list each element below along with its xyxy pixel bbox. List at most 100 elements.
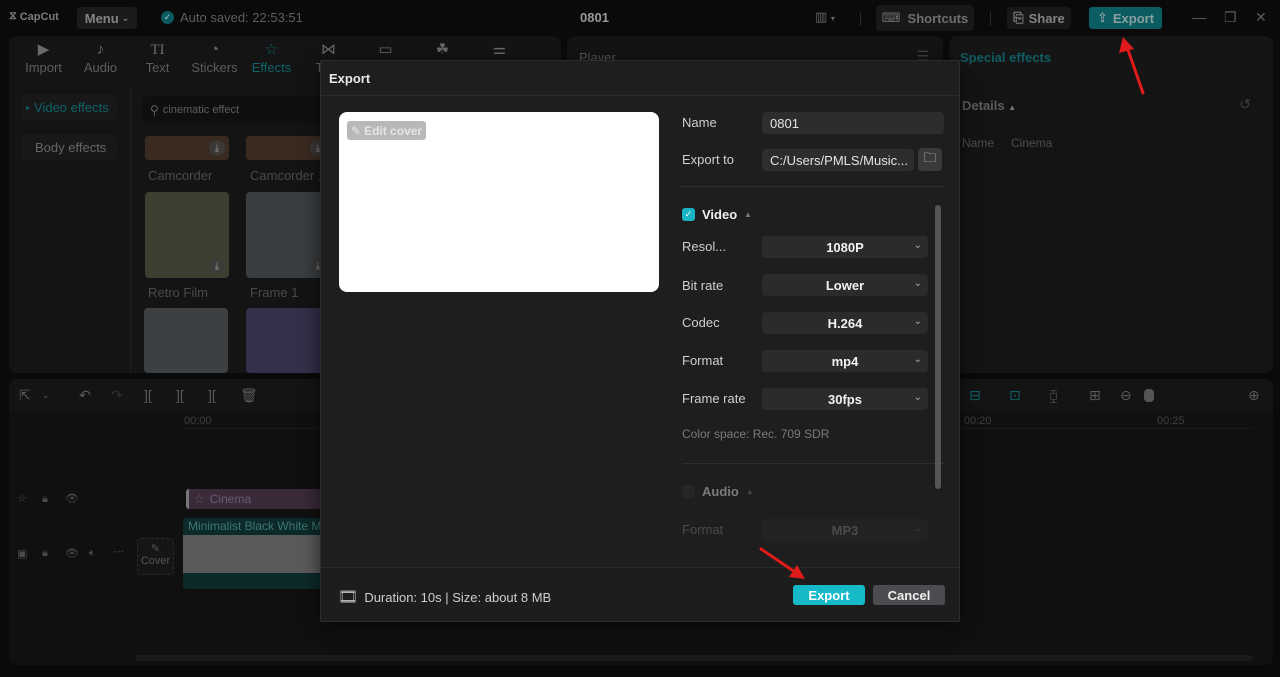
restore-icon[interactable]: ❐ (1224, 9, 1237, 26)
bitrate-label: Bit rate (682, 278, 724, 293)
dialog-scrollbar[interactable] (935, 205, 941, 489)
link-icon[interactable]: ⊡ (1009, 387, 1021, 404)
layout-icon[interactable]: ▥ ▾ (815, 9, 835, 25)
chevron-down-icon[interactable]: ⌄ (42, 390, 50, 401)
delete-icon[interactable]: 🗑 (240, 387, 258, 404)
export-path-field[interactable]: C:/Users/PMLS/Music... (762, 149, 914, 171)
category-label: Body effects (35, 139, 107, 155)
more-icon[interactable]: ⋯ (113, 545, 124, 558)
autosave-text: Auto saved: 22:53:51 (180, 10, 303, 25)
export-button[interactable]: Export (793, 585, 865, 605)
tab-text[interactable]: TI Text (129, 36, 186, 78)
effect-thumb-retro-film[interactable]: ⤓ (145, 192, 229, 278)
tab-import[interactable]: ▶ Import (15, 36, 72, 78)
tab-effects[interactable]: ☆ Effects (243, 36, 300, 78)
timeline-scrollbar[interactable] (135, 655, 1253, 661)
bitrate-select[interactable]: Lower ⌄ (762, 274, 928, 296)
category-label: Video effects (34, 99, 109, 115)
split-right-icon[interactable]: ][ (208, 387, 216, 403)
ruler-label: 00:20 (964, 415, 992, 427)
details-section-toggle[interactable]: Details ▲ (962, 98, 1016, 113)
edit-icon: ✎ (351, 123, 362, 138)
resolution-label: Resol... (682, 239, 727, 254)
check-circle-icon: ✓ (161, 11, 174, 24)
capcut-logo: ⧖ CapCut (9, 10, 59, 23)
reset-icon[interactable]: ↺ (1239, 96, 1251, 113)
text-icon: TI (150, 42, 165, 58)
resolution-value: 1080P (826, 239, 864, 255)
codec-select[interactable]: H.264 ⌄ (762, 312, 928, 334)
audio-section-toggle[interactable]: Audio ▲ (682, 484, 754, 499)
lock-icon[interactable]: 🔒︎ (42, 547, 48, 560)
video-section-toggle[interactable]: ✓ Video ▲ (682, 207, 752, 222)
effect-thumb[interactable] (144, 308, 228, 373)
name-input[interactable] (762, 112, 944, 134)
share-label: Share (1028, 10, 1065, 26)
video-section-label: Video (702, 207, 738, 222)
detail-name-label: Name (962, 136, 995, 150)
effect-label: Frame 1 (250, 285, 299, 300)
adjustment-icon: ⚌ (492, 41, 507, 58)
video-track-icon: ▣ (17, 548, 28, 560)
caret-right-icon: ▸ (26, 102, 31, 112)
edit-cover-button[interactable]: ✎ Edit cover (347, 121, 427, 140)
resolution-select[interactable]: 1080P ⌄ (762, 236, 928, 258)
title-bar: ⧖ CapCut Menu ⌄ ✓ Auto saved: 22:53:51 0… (0, 0, 1280, 36)
effect-thumb-frame-1[interactable]: ⤓ (246, 192, 330, 278)
bitrate-value: Lower (825, 277, 865, 293)
eye-icon[interactable]: 👁︎ (65, 547, 79, 560)
effect-thumb-camcorder-1[interactable]: ⤓ (246, 136, 330, 160)
zoom-out-icon[interactable]: ⊖ (1120, 387, 1132, 404)
minimize-icon[interactable]: — (1192, 9, 1206, 25)
select-tool-icon[interactable]: ⇱ (19, 387, 31, 404)
menu-button[interactable]: Menu ⌄ (77, 7, 137, 29)
preview-zoom-icon[interactable]: ⊞ (1089, 387, 1101, 404)
close-icon[interactable]: ✕ (1255, 9, 1267, 26)
zoom-slider-handle[interactable] (1144, 389, 1154, 402)
zoom-in-icon[interactable]: ⊕ (1248, 387, 1260, 404)
framerate-select[interactable]: 30fps ⌄ (762, 388, 928, 410)
download-icon[interactable]: ⤓ (209, 258, 225, 274)
tab-stickers[interactable]: ◔ Stickers (186, 36, 243, 78)
tab-label: Effects (251, 60, 292, 75)
speaker-icon[interactable]: 🔈︎ (89, 547, 96, 560)
tab-audio[interactable]: ♪ Audio (72, 36, 129, 78)
shortcuts-button[interactable]: ⌨ Shortcuts (876, 5, 974, 31)
effects-track-icon: ☆ (17, 493, 27, 505)
effect-thumb-camcorder[interactable]: ⤓ (145, 136, 229, 160)
download-icon[interactable]: ⤓ (209, 140, 225, 156)
auto-snap-icon[interactable]: ⊟ (969, 387, 981, 404)
tab-label: Import (25, 60, 62, 75)
video-checkbox[interactable]: ✓ (682, 208, 695, 221)
effect-thumb[interactable] (246, 308, 330, 373)
tab-label: Audio (83, 60, 118, 75)
film-icon: 🎞︎ (338, 589, 359, 606)
eye-icon[interactable]: 👁︎ (65, 492, 79, 505)
effects-search-input[interactable]: ⚲ cinematic effect (142, 96, 342, 123)
cancel-button[interactable]: Cancel (873, 585, 945, 605)
export-top-button[interactable]: ⇪ Export (1089, 7, 1162, 29)
framerate-label: Frame rate (682, 391, 746, 406)
category-video-effects[interactable]: ▸ Video effects (21, 94, 117, 120)
dialog-header: Export (321, 61, 959, 96)
split-left-icon[interactable]: ][ (176, 387, 184, 403)
codec-label: Codec (682, 315, 720, 330)
redo-icon[interactable]: ↷ (111, 387, 123, 404)
format-select[interactable]: mp4 ⌄ (762, 350, 928, 372)
audio-format-value: MP3 (831, 522, 859, 538)
video-clip[interactable]: Minimalist Black White M (183, 518, 326, 589)
video-clip-frames (183, 535, 326, 573)
category-body-effects[interactable]: Body effects (21, 134, 117, 160)
align-icon[interactable]: ⧮ (1049, 387, 1058, 404)
lock-icon[interactable]: 🔒︎ (42, 493, 48, 506)
effect-clip[interactable]: ☆ Cinema (186, 489, 326, 509)
audio-checkbox[interactable] (682, 485, 695, 498)
audio-format-label: Format (682, 522, 724, 537)
share-button[interactable]: ⎘ Share (1007, 7, 1071, 29)
undo-icon[interactable]: ↶ (79, 387, 91, 404)
split-icon[interactable]: ][ (144, 387, 152, 403)
audio-format-select[interactable]: MP3 ⌄ (762, 519, 928, 541)
folder-browse-button[interactable]: 🗀 (918, 148, 942, 171)
framerate-value: 30fps (828, 391, 862, 407)
cover-button[interactable]: ✎ Cover (137, 538, 174, 575)
